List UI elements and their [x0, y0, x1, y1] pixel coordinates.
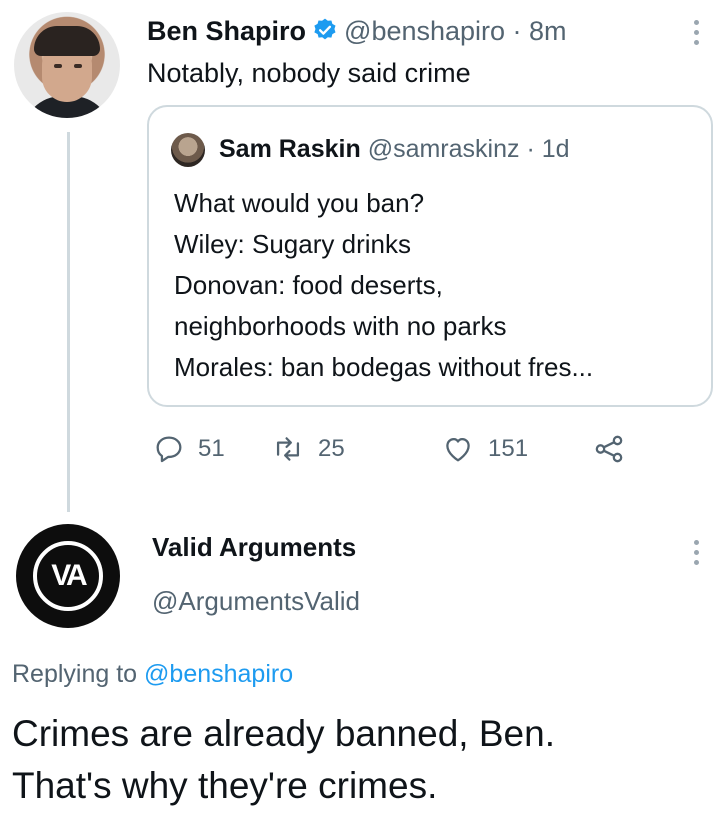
- quoted-avatar: [171, 133, 205, 167]
- reply-button[interactable]: 51: [152, 432, 225, 466]
- reply-line: Crimes are already banned, Ben.: [12, 713, 555, 754]
- avatar[interactable]: [14, 12, 120, 118]
- author-name[interactable]: Ben Shapiro: [147, 16, 306, 46]
- quoted-text: What would you ban? Wiley: Sugary drinks…: [174, 183, 593, 388]
- like-count: 151: [488, 435, 529, 462]
- reply-icon: [156, 436, 182, 463]
- like-button[interactable]: 151: [440, 432, 528, 466]
- reply-handle[interactable]: @ArgumentsValid: [152, 586, 360, 617]
- reply-line: That's why they're crimes.: [12, 765, 438, 806]
- replying-to-prefix: Replying to: [12, 660, 145, 688]
- quoted-line: Wiley: Sugary drinks: [174, 229, 411, 259]
- quoted-line: Morales: ban bodegas without fres...: [174, 352, 594, 382]
- thread-connector-line: [67, 132, 70, 512]
- more-icon[interactable]: [694, 20, 700, 50]
- quoted-header: Sam Raskin @samraskinz · 1d: [219, 135, 570, 164]
- va-logo: VA: [33, 541, 103, 611]
- handle-and-time[interactable]: @benshapiro · 8m: [344, 16, 567, 46]
- reply-text: Crimes are already banned, Ben. That's w…: [12, 708, 555, 812]
- quoted-tweet[interactable]: Sam Raskin @samraskinz · 1d What would y…: [147, 105, 713, 407]
- quoted-line: neighborhoods with no parks: [174, 311, 507, 341]
- retweet-count: 25: [318, 435, 345, 462]
- reply-author-name[interactable]: Valid Arguments: [152, 532, 356, 563]
- quoted-line: Donovan: food deserts,: [174, 270, 443, 300]
- share-button[interactable]: [592, 432, 638, 466]
- reply-more-icon[interactable]: [694, 540, 700, 570]
- reply-count: 51: [198, 435, 225, 462]
- quoted-line: What would you ban?: [174, 188, 425, 218]
- replying-to: Replying to @benshapiro: [12, 660, 293, 689]
- replying-to-link[interactable]: @benshapiro: [144, 660, 293, 688]
- retweet-icon: [276, 437, 300, 461]
- reply-avatar[interactable]: VA: [16, 524, 120, 628]
- retweet-button[interactable]: 25: [270, 432, 345, 466]
- like-icon: [446, 437, 470, 462]
- share-icon: [595, 435, 623, 463]
- quoted-handle-and-time: @samraskinz · 1d: [367, 135, 570, 163]
- quoted-author-name: Sam Raskin: [219, 135, 361, 163]
- tweet-text: Notably, nobody said crime: [147, 58, 471, 88]
- verified-badge-icon: [312, 17, 338, 50]
- tweet-header: Ben Shapiro @benshapiro · 8m: [147, 16, 567, 50]
- tweet-actions: 51 25 151: [152, 432, 652, 472]
